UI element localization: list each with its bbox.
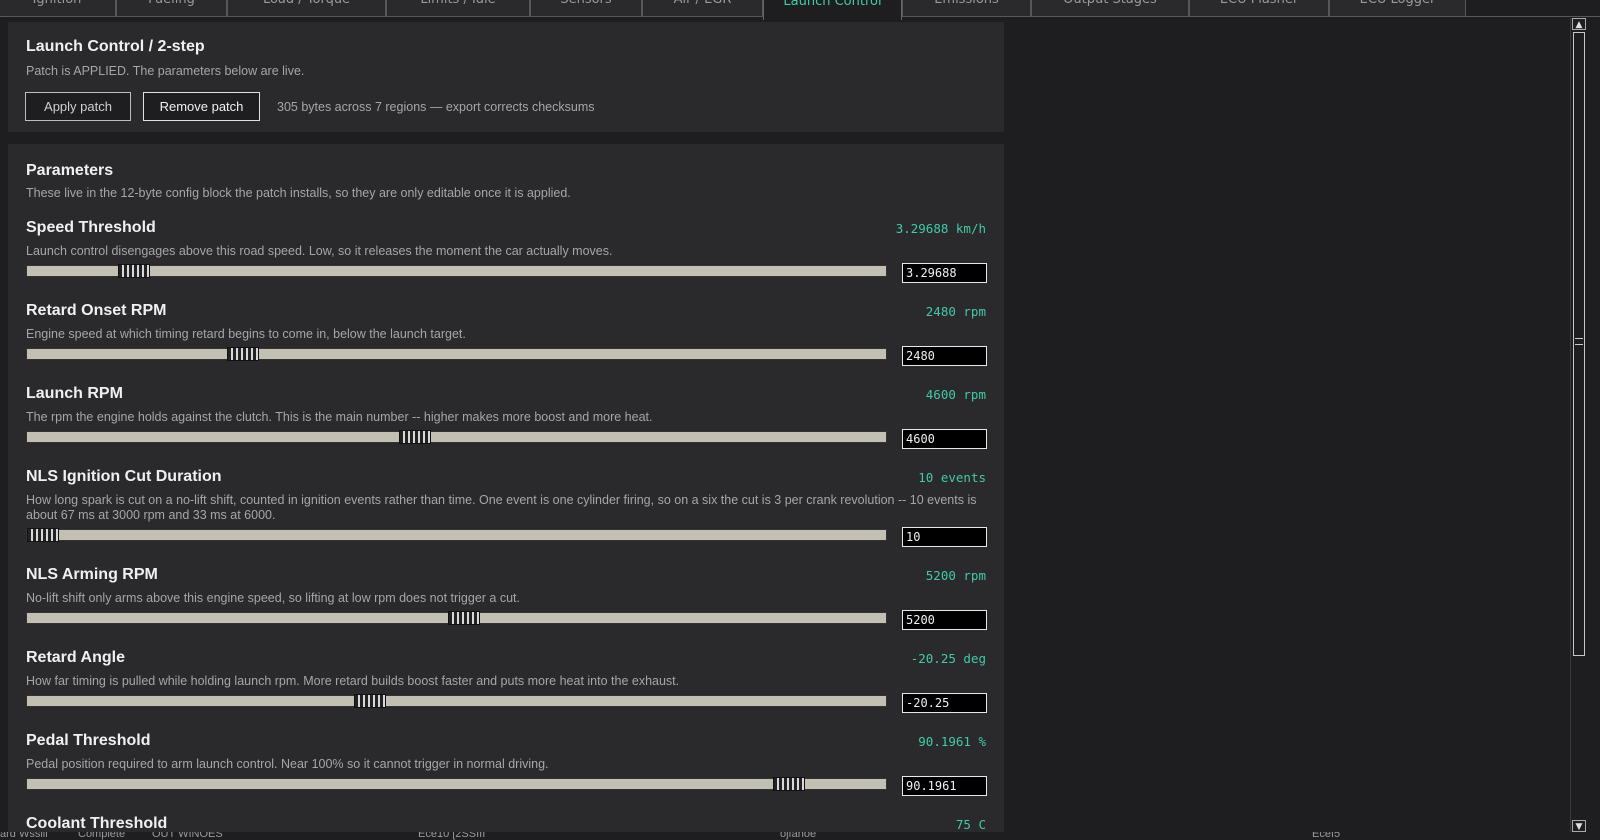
param-value: 4600 rpm: [925, 387, 986, 402]
scrollbar-thumb[interactable]: [1573, 32, 1585, 656]
scroll-down-arrow-icon[interactable]: ▼: [1572, 820, 1586, 832]
slider-thumb[interactable]: [226, 347, 259, 361]
tab-sensors[interactable]: Sensors: [530, 0, 642, 16]
status-item: OUT WINOES: [152, 832, 223, 840]
param-description: Launch control disengages above this roa…: [26, 244, 613, 258]
param-slider[interactable]: [26, 694, 887, 708]
tab-launch-control[interactable]: Launch Control: [763, 0, 902, 20]
param-label: Pedal Threshold: [26, 732, 151, 749]
param-input[interactable]: 2480: [902, 346, 987, 366]
param-input[interactable]: 90.1961: [902, 776, 987, 796]
tab-fueling[interactable]: Fueling: [116, 0, 227, 16]
param-value: 3.29688 km/h: [895, 221, 986, 236]
param-value: 10 events: [918, 470, 986, 485]
param-slider[interactable]: [26, 528, 887, 542]
slider-thumb[interactable]: [117, 264, 150, 278]
tab-ignition[interactable]: Ignition: [0, 0, 116, 16]
param-label: NLS Arming RPM: [26, 566, 158, 583]
scroll-up-arrow-icon[interactable]: ▲: [1572, 18, 1586, 30]
slider-thumb[interactable]: [27, 528, 60, 542]
tab-ecu-logger[interactable]: ECU Logger: [1329, 0, 1466, 16]
param-label: Retard Onset RPM: [26, 302, 167, 319]
tab-ecu-flasher[interactable]: ECU Flasher: [1189, 0, 1329, 16]
param-value: -20.25 deg: [910, 651, 986, 666]
patch-status: Patch is APPLIED. The parameters below a…: [26, 64, 305, 78]
param-description: How far timing is pulled while holding l…: [26, 674, 680, 688]
param-label: Retard Angle: [26, 649, 125, 666]
tab-load-torque[interactable]: Load / Torque: [227, 0, 386, 16]
parameters-subtitle: These live in the 12-byte config block t…: [26, 186, 571, 200]
param-description: The rpm the engine holds against the clu…: [26, 410, 653, 424]
slider-thumb[interactable]: [448, 611, 481, 625]
param-slider[interactable]: [26, 777, 887, 791]
vertical-scrollbar[interactable]: ▲ ▼: [1570, 18, 1586, 832]
param-description: No-lift shift only arms above this engin…: [26, 591, 520, 605]
patch-title: Launch Control / 2-step: [26, 38, 205, 55]
tab-bar: Ignition Fueling Load / Torque Limits / …: [0, 0, 1600, 20]
param-label: Speed Threshold: [26, 219, 156, 236]
param-input[interactable]: 5200: [902, 610, 987, 630]
status-bar: ard Wssill Complete OUT WINOES Ece10 [2S…: [0, 832, 1600, 840]
param-input[interactable]: 3.29688: [902, 263, 987, 283]
parameters-title: Parameters: [26, 162, 114, 179]
status-item: Complete: [78, 832, 126, 840]
param-label: Launch RPM: [26, 385, 123, 402]
param-slider[interactable]: [26, 430, 887, 444]
content-viewport: Launch Control / 2-step Patch is APPLIED…: [0, 18, 1570, 832]
patch-panel: Launch Control / 2-step Patch is APPLIED…: [8, 22, 1004, 132]
param-description: Pedal position required to arm launch co…: [26, 757, 549, 771]
tab-limits-idle[interactable]: Limits / Idle: [386, 0, 530, 16]
param-value: 90.1961 %: [918, 734, 986, 749]
param-input[interactable]: 10: [902, 527, 987, 547]
parameters-panel: Parameters These live in the 12-byte con…: [8, 144, 1004, 832]
grip-icon: [1575, 338, 1583, 345]
status-item: Ece10 [2SSIII: [418, 832, 486, 840]
param-slider[interactable]: [26, 264, 887, 278]
status-item: ard Wssill: [0, 832, 48, 840]
remove-patch-button[interactable]: Remove patch: [143, 92, 260, 121]
tab-emissions[interactable]: Emissions: [902, 0, 1031, 16]
param-value: 2480 rpm: [925, 304, 986, 319]
slider-thumb[interactable]: [399, 430, 432, 444]
param-description: How long spark is cut on a no-lift shift…: [26, 493, 977, 522]
patch-info: 305 bytes across 7 regions — export corr…: [277, 100, 595, 114]
tab-output-stages[interactable]: Output Stages: [1031, 0, 1189, 16]
tab-air-egr[interactable]: Air / EGR: [642, 0, 763, 16]
slider-thumb[interactable]: [353, 694, 386, 708]
param-label: NLS Ignition Cut Duration: [26, 468, 222, 485]
apply-patch-button[interactable]: Apply patch: [25, 92, 131, 121]
param-description: Engine speed at which timing retard begi…: [26, 327, 466, 341]
param-label: Coolant Threshold: [26, 815, 168, 832]
param-slider[interactable]: [26, 347, 887, 361]
status-item: Ecef5: [1312, 832, 1341, 840]
param-input[interactable]: 4600: [902, 429, 987, 449]
param-value: 75 C: [955, 817, 986, 832]
param-slider[interactable]: [26, 611, 887, 625]
param-input[interactable]: -20.25: [902, 693, 987, 713]
status-item: ojfahoe: [780, 832, 817, 840]
param-value: 5200 rpm: [925, 568, 986, 583]
slider-thumb[interactable]: [772, 777, 805, 791]
